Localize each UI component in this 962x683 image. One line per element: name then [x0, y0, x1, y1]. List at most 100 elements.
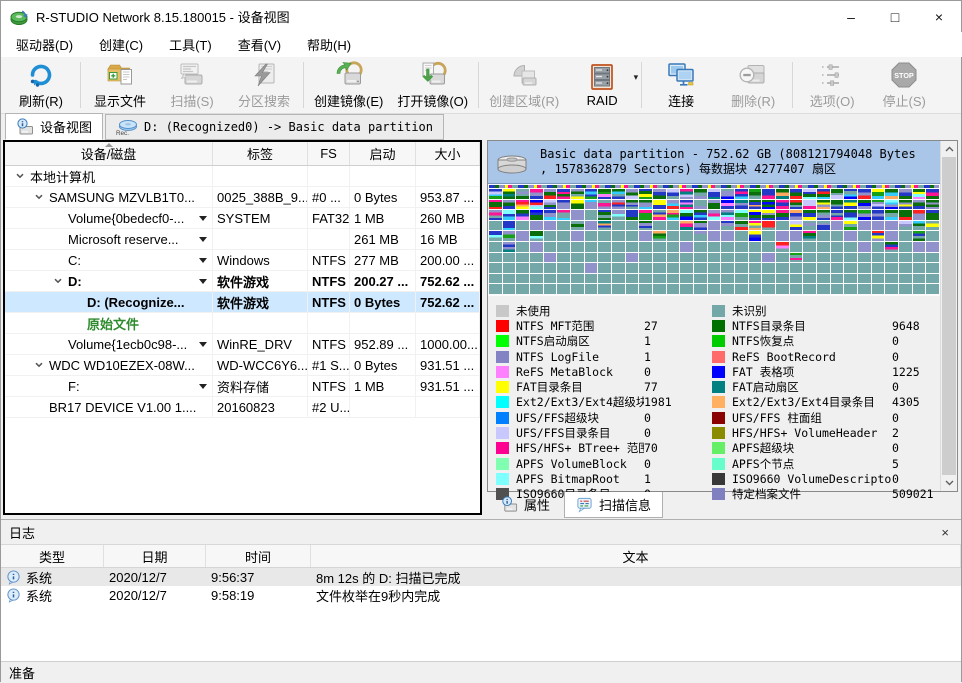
scan-block	[872, 231, 885, 241]
scrollbar-thumb[interactable]	[942, 157, 956, 475]
scan-block	[571, 242, 584, 252]
scan-block	[544, 189, 557, 199]
volume-dropdown-arrow[interactable]	[199, 237, 207, 242]
legend-label: HFS/HFS+ BTree+ 范围	[516, 440, 644, 456]
scan-partition-header[interactable]: Basic data partition - 752.62 GB (808121…	[488, 141, 957, 184]
scan-block	[913, 210, 926, 220]
tree-row[interactable]: WDC WD10EZEX-08W...WD-WCC6Y6...#1 S...0 …	[5, 355, 480, 376]
expander-icon[interactable]	[51, 276, 64, 286]
menu-item-view[interactable]: 查看(V)	[225, 32, 294, 57]
tree-row[interactable]: 本地计算机	[5, 166, 480, 187]
scan-block	[530, 284, 543, 294]
scroll-down-icon[interactable]	[941, 475, 957, 491]
scan-block	[858, 210, 871, 220]
menu-item-drive[interactable]: 驱动器(D)	[3, 32, 86, 57]
scroll-up-icon[interactable]	[941, 141, 957, 157]
tree-column-header-1[interactable]: 标签	[213, 142, 308, 165]
tree-row[interactable]: Volume{0bedecf0-...SYSTEMFAT321 MB260 MB	[5, 208, 480, 229]
maximize-button[interactable]: □	[873, 1, 917, 32]
partition-search-button: 分区搜索	[228, 59, 300, 111]
tree-column-header-4[interactable]: 大小	[416, 142, 480, 165]
tree-cell-size: 200.00 ...	[416, 250, 480, 270]
log-row[interactable]: 系统2020/12/79:56:378m 12s 的 D: 扫描已完成	[1, 568, 961, 586]
minimize-button[interactable]: –	[829, 1, 873, 32]
scan-block	[926, 263, 939, 273]
scan-block	[776, 210, 789, 220]
close-button[interactable]: ×	[917, 1, 961, 32]
tab-partition[interactable]: Rec.D: (Recognized0) -> Basic data parti…	[105, 114, 444, 140]
tree-row[interactable]: BR17 DEVICE V1.00 1....20160823#2 U...	[5, 397, 480, 418]
tree-row[interactable]: C:WindowsNTFS277 MB200.00 ...	[5, 250, 480, 271]
props-icon	[501, 496, 518, 513]
refresh-button[interactable]: 刷新(R)	[5, 59, 77, 111]
log-column-header-2[interactable]: 时间	[206, 545, 311, 567]
tree-column-header-0[interactable]: 设备/磁盘	[5, 142, 213, 165]
tree-cell-start: 952.89 ...	[350, 334, 416, 354]
tree-cell-device: BR17 DEVICE V1.00 1....	[5, 397, 213, 417]
legend-label: 未识别	[732, 303, 892, 319]
expander-icon[interactable]	[13, 171, 26, 181]
start-text: 952.89 ...	[354, 337, 408, 352]
volume-dropdown-arrow[interactable]	[199, 342, 207, 347]
tree-row[interactable]: F:资料存储NTFS1 MB931.51 ...	[5, 376, 480, 397]
toolbar-separator	[792, 62, 793, 108]
tree-row[interactable]: Volume{1ecb0c98-...WinRE_DRVNTFS952.89 .…	[5, 334, 480, 355]
scan-block	[544, 210, 557, 220]
expander-icon[interactable]	[32, 360, 45, 370]
raid-dropdown-arrow[interactable]: ▾	[634, 72, 639, 83]
menu-item-tools[interactable]: 工具(T)	[156, 32, 225, 57]
scan-block	[612, 231, 625, 241]
scan-block	[899, 221, 912, 231]
scan-block	[762, 210, 775, 220]
log-cell-time: 9:56:37	[206, 570, 311, 585]
log-message-text: 8m 12s 的 D: 扫描已完成	[316, 568, 460, 587]
subtab-scan-info[interactable]: 扫描信息	[564, 492, 663, 518]
expander-icon[interactable]	[32, 192, 45, 202]
scan-block	[489, 221, 502, 231]
log-column-header-3[interactable]: 文本	[311, 545, 961, 567]
menu-item-help[interactable]: 帮助(H)	[294, 32, 364, 57]
volume-dropdown-arrow[interactable]	[199, 279, 207, 284]
log-column-header-0[interactable]: 类型	[1, 545, 104, 567]
tree-column-header-2[interactable]: FS	[308, 142, 350, 165]
scan-block	[530, 189, 543, 199]
scan-information-panel: Basic data partition - 752.62 GB (808121…	[487, 140, 958, 492]
tree-row[interactable]: Microsoft reserve...261 MB16 MB	[5, 229, 480, 250]
log-column-label: 日期	[141, 547, 167, 566]
tree-row[interactable]: SAMSUNG MZVLB1T0...0025_388B_9...#0 ...0…	[5, 187, 480, 208]
log-column-header-1[interactable]: 日期	[104, 545, 206, 567]
scan-block	[790, 221, 803, 231]
legend-swatch	[712, 458, 725, 470]
menu-item-create[interactable]: 创建(C)	[86, 32, 156, 57]
tree-row[interactable]: D:软件游戏NTFS200.27 ...752.62 ...	[5, 271, 480, 292]
scan-block	[858, 189, 871, 199]
legend-swatch	[712, 335, 725, 347]
connect-button[interactable]: 连接	[645, 59, 717, 111]
legend-swatch	[496, 381, 509, 393]
scan-block	[544, 221, 557, 231]
create-image-button[interactable]: 创建镜像(E)	[307, 59, 390, 111]
tree-row[interactable]: 原始文件	[5, 313, 480, 334]
volume-dropdown-arrow[interactable]	[199, 216, 207, 221]
scan-block	[544, 274, 557, 284]
subtab-properties[interactable]: 属性	[490, 492, 561, 517]
volume-dropdown-arrow[interactable]	[199, 258, 207, 263]
scan-block	[503, 253, 516, 263]
tab-device-view[interactable]: 设备视图	[5, 113, 103, 140]
log-close-button[interactable]: ×	[937, 525, 953, 540]
legend-item: ReFS MetaBlock0	[496, 364, 702, 379]
toolbar-separator	[303, 62, 304, 108]
volume-dropdown-arrow[interactable]	[199, 384, 207, 389]
scan-block	[585, 253, 598, 263]
scan-panel-scrollbar[interactable]	[940, 141, 957, 491]
tree-column-header-3[interactable]: 启动	[350, 142, 416, 165]
raid-button[interactable]: RAID▾	[566, 59, 638, 111]
scan-block	[762, 189, 775, 199]
log-row[interactable]: 系统2020/12/79:58:19文件枚举在9秒内完成	[1, 586, 961, 604]
scan-block	[885, 253, 898, 263]
tree-row[interactable]: D: (Recognize...软件游戏NTFS0 Bytes752.62 ..…	[5, 292, 480, 313]
open-image-button[interactable]: 打开镜像(O)	[390, 59, 475, 111]
scan-block	[516, 221, 529, 231]
show-files-button[interactable]: 显示文件	[84, 59, 156, 111]
log-date-text: 2020/12/7	[109, 570, 167, 585]
